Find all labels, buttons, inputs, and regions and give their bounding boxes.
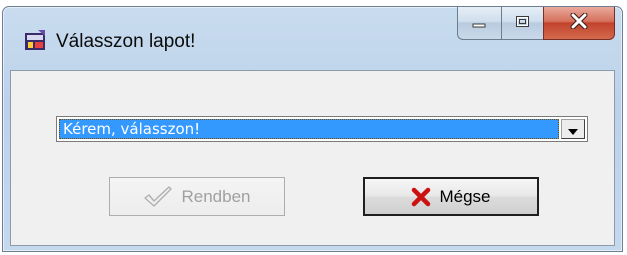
app-icon (24, 29, 46, 51)
minimize-icon (472, 14, 488, 33)
ok-button-label: Rendben (181, 186, 251, 206)
minimize-button[interactable] (457, 7, 501, 40)
maximize-icon (515, 14, 531, 33)
window-title: Válasszon lapot! (56, 31, 196, 52)
dialog-window: Válasszon lapot! Kérem, válasszon! Rendb… (2, 6, 623, 252)
checkmark-icon (143, 185, 173, 209)
maximize-button[interactable] (501, 7, 543, 40)
caption-buttons (457, 7, 615, 41)
sheet-select-value[interactable]: Kérem, válasszon! (59, 119, 559, 139)
ok-button[interactable]: Rendben (109, 177, 285, 216)
sheet-select[interactable]: Kérem, válasszon! (56, 116, 588, 142)
title-bar[interactable]: Válasszon lapot! (3, 7, 622, 69)
cancel-button[interactable]: Mégse (363, 177, 539, 216)
dropdown-button[interactable] (561, 119, 585, 139)
chevron-down-icon (568, 120, 578, 139)
red-x-icon (411, 187, 431, 207)
close-button[interactable] (543, 7, 615, 40)
cancel-button-label: Mégse (439, 186, 491, 206)
close-icon (570, 12, 588, 33)
dialog-body: Kérem, válasszon! Rendben Mégse (10, 70, 615, 246)
